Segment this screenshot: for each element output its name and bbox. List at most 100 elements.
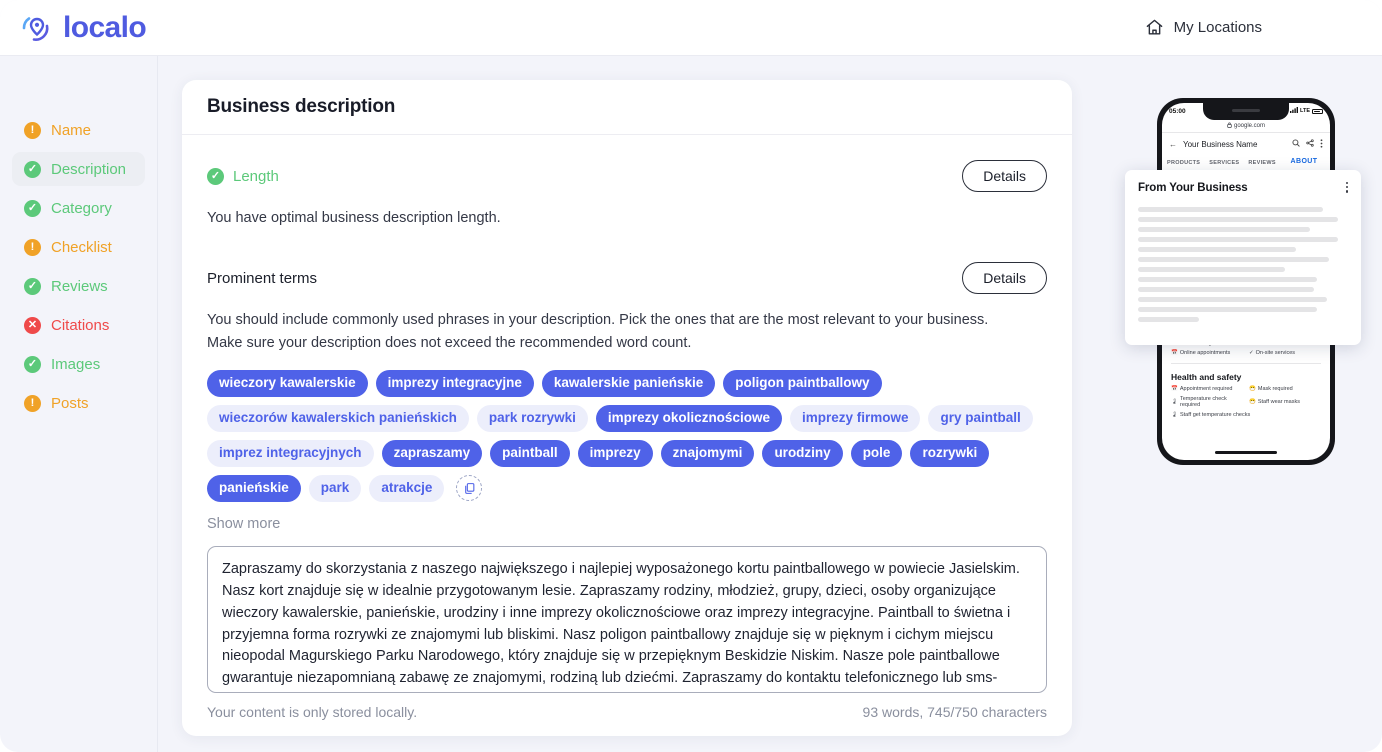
- prominent-terms-line-1: You should include commonly used phrases…: [207, 312, 989, 329]
- skeleton-line: [1138, 247, 1296, 252]
- mask-icon: 😷: [1249, 385, 1256, 392]
- warning-icon: !: [24, 394, 41, 412]
- term-tag[interactable]: rozrywki: [910, 440, 990, 468]
- sidebar-item-description[interactable]: ✓ Description: [12, 152, 145, 186]
- term-tag[interactable]: park: [308, 475, 362, 502]
- kebab-menu-icon[interactable]: [1320, 138, 1323, 150]
- term-tag[interactable]: urodziny: [762, 440, 843, 468]
- warning-icon: !: [24, 121, 41, 139]
- health-item-3: Staff wear masks: [1257, 398, 1300, 405]
- kebab-menu-icon[interactable]: [1345, 182, 1348, 193]
- phone-tab[interactable]: PRODUCTS: [1167, 160, 1200, 166]
- length-details-button[interactable]: Details: [962, 160, 1047, 192]
- lock-icon: [1227, 121, 1232, 130]
- status-time: 05:00: [1169, 107, 1186, 115]
- sidebar-item-images[interactable]: ✓ Images: [12, 347, 145, 381]
- term-tag[interactable]: zapraszamy: [381, 440, 483, 468]
- term-tag[interactable]: gry paintball: [928, 405, 1033, 433]
- sidebar-item-label: Category: [51, 199, 112, 217]
- skeleton-line: [1138, 297, 1327, 302]
- calendar-icon: 📅: [1171, 350, 1178, 356]
- term-tag[interactable]: imprezy: [577, 440, 653, 468]
- logo[interactable]: localo: [20, 10, 147, 45]
- phone-url-bar[interactable]: google.com: [1162, 119, 1330, 133]
- check-icon: ✓: [207, 167, 224, 185]
- term-tag[interactable]: atrakcje: [369, 475, 445, 502]
- service-option-0: Online appointments: [1179, 350, 1231, 356]
- sidebar-item-reviews[interactable]: ✓ Reviews: [12, 269, 145, 303]
- term-tag[interactable]: kawalerskie panieńskie: [541, 370, 716, 398]
- term-tag[interactable]: panieńskie: [207, 475, 301, 502]
- phone-url: google.com: [1233, 122, 1266, 129]
- health-item-4: Staff get temperature checks: [1179, 411, 1251, 418]
- term-tag[interactable]: wieczory kawalerskie: [207, 370, 368, 398]
- show-more-link[interactable]: Show more: [207, 516, 1047, 532]
- my-locations-label: My Locations: [1173, 19, 1262, 36]
- error-icon: ✕: [24, 316, 41, 334]
- prominent-terms-tag-list: wieczory kawalerskie imprezy integracyjne…: [207, 370, 1047, 502]
- sidebar-item-label: Reviews: [51, 277, 108, 295]
- check-icon: ✓: [24, 355, 41, 373]
- sidebar-item-label: Citations: [51, 316, 110, 334]
- sidebar-item-label: Description: [51, 160, 127, 178]
- term-tag[interactable]: pole: [850, 440, 903, 468]
- character-counter: 93 words, 745/750 characters: [862, 703, 1047, 720]
- tab-about-label: ABOUT: [1290, 158, 1318, 165]
- skeleton-lines: [1138, 207, 1348, 322]
- phone-tab[interactable]: REVIEWS: [1248, 160, 1275, 166]
- storage-note: Your content is only stored locally.: [207, 703, 418, 720]
- sidebar-item-checklist[interactable]: ! Checklist: [12, 230, 145, 264]
- term-tag[interactable]: znajomymi: [660, 440, 755, 468]
- share-icon[interactable]: [1306, 139, 1314, 149]
- term-tag[interactable]: imprezy firmowe: [789, 405, 921, 433]
- term-tag[interactable]: imprez integracyjnych: [207, 440, 374, 468]
- thermometer-icon: 🌡: [1171, 411, 1178, 418]
- phone-preview: 05:00 LTE google.com ← Your Business Nam…: [1125, 92, 1375, 472]
- skeleton-line: [1138, 267, 1285, 272]
- back-arrow-icon[interactable]: ←: [1169, 140, 1177, 149]
- skeleton-line: [1138, 317, 1199, 322]
- search-icon[interactable]: [1292, 139, 1300, 149]
- term-tag[interactable]: poligon paintballowy: [723, 370, 882, 398]
- prominent-terms-details-button[interactable]: Details: [962, 262, 1047, 295]
- signal-icon: [1290, 107, 1299, 115]
- business-description-card: Business description ✓ Length Details Yo…: [182, 80, 1072, 736]
- skeleton-line: [1138, 287, 1315, 292]
- service-options-row: 📅 Online appointments ✓ On-site services: [1171, 350, 1321, 356]
- health-row-1: 📅 Appointment required 😷 Mask required: [1171, 386, 1321, 392]
- sidebar-item-citations[interactable]: ✕ Citations: [12, 308, 145, 342]
- term-tag[interactable]: imprezy okolicznościowe: [595, 405, 782, 433]
- house-icon: [1145, 18, 1164, 37]
- appointment-icon: 📅: [1171, 385, 1178, 392]
- network-label: LTE: [1300, 108, 1310, 114]
- phone-tab[interactable]: SERVICES: [1209, 160, 1239, 166]
- sidebar-item-category[interactable]: ✓ Category: [12, 191, 145, 225]
- app-header: localo My Locations: [0, 0, 1382, 56]
- skeleton-line: [1138, 277, 1317, 282]
- service-option-1: On-site services: [1255, 350, 1296, 356]
- thermometer-icon: 🌡: [1171, 398, 1178, 405]
- sidebar-item-posts[interactable]: ! Posts: [12, 386, 145, 420]
- app-root: localo My Locations ! Name ✓ Description ✓ Ca…: [0, 0, 1382, 752]
- my-locations-link[interactable]: My Locations: [1145, 18, 1262, 37]
- warning-icon: !: [24, 238, 41, 256]
- copy-icon[interactable]: [456, 475, 483, 502]
- location-pin-swoosh-icon: [20, 11, 54, 45]
- term-tag[interactable]: park rozrywki: [476, 405, 588, 433]
- sidebar-item-name[interactable]: ! Name: [12, 113, 145, 147]
- term-tag[interactable]: paintball: [490, 440, 570, 468]
- prominent-terms-label: Prominent terms: [207, 269, 318, 287]
- sidebar: ! Name ✓ Description ✓ Category! Checklist ✓ Rev…: [0, 56, 158, 752]
- prominent-terms-description: You should include commonly used phrases…: [207, 309, 1047, 354]
- business-description-textarea[interactable]: [207, 545, 1047, 693]
- check-icon: ✓: [24, 277, 41, 295]
- skeleton-line: [1138, 257, 1330, 262]
- term-tag[interactable]: imprezy integracyjne: [375, 370, 534, 398]
- logo-text: localo: [63, 10, 147, 44]
- check-icon: ✓: [24, 160, 41, 178]
- skeleton-line: [1138, 227, 1311, 232]
- health-safety-title: Health and safety: [1171, 371, 1242, 382]
- term-tag[interactable]: wieczorów kawalerskich panieńskich: [207, 405, 469, 433]
- skeleton-line: [1138, 217, 1338, 222]
- health-row-2: 🌡 Temperature check required 😷 Staff wear …: [1171, 396, 1321, 408]
